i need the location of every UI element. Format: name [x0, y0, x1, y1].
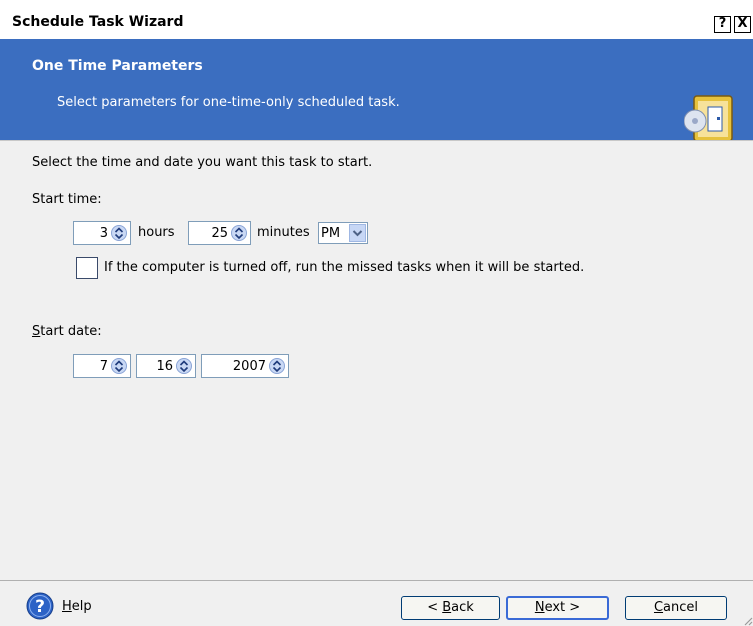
dropdown-button[interactable] [349, 224, 366, 242]
close-button[interactable]: X [734, 16, 751, 33]
minutes-spinner[interactable]: 25 [188, 221, 251, 245]
close-icon: X [737, 16, 748, 31]
intro-text: Select the time and date you want this t… [32, 155, 373, 170]
start-date-label-rest: tart date: [40, 324, 102, 339]
back-label-rest: ack [451, 600, 474, 615]
help-link[interactable]: Help [62, 599, 92, 614]
spin-arrows-icon[interactable] [231, 225, 247, 241]
wizard-footer: ? Help < Back Next > Cancel [0, 580, 753, 626]
help-label-rest: elp [71, 599, 92, 614]
next-button[interactable]: Next > [506, 596, 609, 620]
cancel-label-rest: ancel [663, 600, 699, 615]
ampm-value: PM [321, 226, 341, 241]
cancel-button[interactable]: Cancel [625, 596, 727, 620]
start-time-label: Start time: [32, 192, 102, 207]
year-value: 2007 [232, 359, 266, 374]
back-prefix: < [427, 600, 443, 615]
svg-text:?: ? [35, 597, 45, 617]
spin-arrows-icon[interactable] [176, 358, 192, 374]
resize-grip-icon[interactable] [741, 614, 753, 626]
hours-value: 3 [99, 226, 108, 241]
month-spinner[interactable]: 7 [73, 354, 131, 378]
next-label-rest: ext > [544, 600, 581, 615]
page-subtitle: Select parameters for one-time-only sche… [57, 95, 400, 110]
window-title: Schedule Task Wizard [12, 14, 184, 30]
back-button[interactable]: < Back [401, 596, 500, 620]
wizard-header: One Time Parameters Select parameters fo… [0, 39, 753, 142]
page-title: One Time Parameters [32, 58, 203, 74]
next-mnemonic: N [534, 600, 545, 615]
help-mnemonic: H [62, 599, 72, 614]
help-question-button[interactable]: ? [714, 16, 731, 33]
spin-arrows-icon[interactable] [111, 225, 127, 241]
missed-tasks-checkbox[interactable] [76, 257, 98, 279]
start-date-label: Start date: [32, 324, 102, 339]
hours-label: hours [138, 225, 175, 240]
year-spinner[interactable]: 2007 [201, 354, 289, 378]
spin-arrows-icon[interactable] [111, 358, 127, 374]
wizard-content: Select the time and date you want this t… [0, 140, 753, 580]
cancel-mnemonic: C [653, 600, 664, 615]
minutes-label: minutes [257, 225, 310, 240]
minutes-value: 25 [211, 226, 228, 241]
missed-tasks-label: If the computer is turned off, run the m… [104, 260, 585, 275]
month-value: 7 [99, 359, 108, 374]
hours-spinner[interactable]: 3 [73, 221, 131, 245]
help-question-label: ? [718, 16, 727, 31]
help-icon[interactable]: ? [26, 592, 54, 620]
spin-arrows-icon[interactable] [269, 358, 285, 374]
title-bar: Schedule Task Wizard ? X [0, 0, 753, 38]
schedule-wizard-icon [684, 95, 733, 142]
chevron-down-icon [352, 230, 363, 237]
day-value: 16 [156, 359, 173, 374]
day-spinner[interactable]: 16 [136, 354, 196, 378]
back-mnemonic: B [442, 600, 452, 615]
ampm-select[interactable]: PM [318, 222, 368, 244]
